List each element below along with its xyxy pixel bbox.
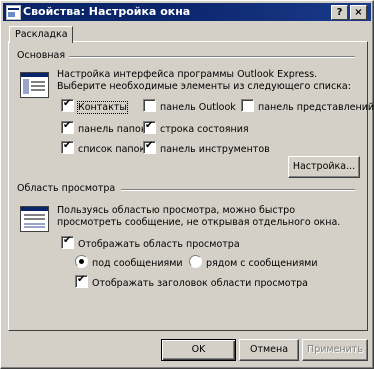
section-title-preview: Область просмотра xyxy=(17,183,116,194)
check-icon: ✔ xyxy=(77,274,86,285)
title-bar[interactable]: Свойства: Настройка окна ? × xyxy=(3,3,371,21)
tab-panel: Основная Настройка интерфейса программы … xyxy=(8,41,374,331)
checkbox-toolbar[interactable]: ✔ панель инструментов xyxy=(143,140,270,155)
customize-button[interactable]: Настройка... xyxy=(288,156,360,178)
checkbox-show-preview[interactable]: ✔ Отображать область просмотра xyxy=(61,235,240,250)
window-icon xyxy=(6,5,21,20)
radio-beside-messages[interactable]: рядом с сообщениями xyxy=(189,255,318,269)
section-title-basic: Основная xyxy=(17,50,66,61)
help-button[interactable]: ? xyxy=(331,5,348,20)
checkbox-contacts[interactable]: ✔ Контакты xyxy=(61,98,128,114)
radio-dot-icon xyxy=(79,259,84,264)
check-icon: ✔ xyxy=(145,140,154,151)
section-divider xyxy=(121,189,355,191)
check-icon: ✔ xyxy=(63,140,72,151)
tab-layout[interactable]: Раскладка xyxy=(9,26,73,43)
check-icon: ✔ xyxy=(145,120,154,131)
check-icon: ✔ xyxy=(63,235,72,246)
preview-pane-icon xyxy=(20,206,49,232)
window-title: Свойства: Настройка окна xyxy=(23,5,191,18)
check-icon: ✔ xyxy=(63,120,72,131)
preview-description: Пользуясь областью просмотра, можно быст… xyxy=(57,205,341,228)
cancel-button[interactable]: Отмена xyxy=(239,339,299,361)
ok-button[interactable]: OK xyxy=(161,339,236,361)
checkbox-views-bar[interactable]: панель представлений xyxy=(241,99,374,113)
checkbox-show-preview-header[interactable]: ✔ Отображать заголовок области просмотра xyxy=(75,274,308,289)
close-button[interactable]: × xyxy=(350,5,367,20)
checkbox-outlook-bar[interactable]: панель Outlook xyxy=(143,99,236,113)
radio-below-messages[interactable]: под сообщениями xyxy=(75,255,183,269)
checkbox-folder-list[interactable]: ✔ список папок xyxy=(61,140,145,155)
layout-icon xyxy=(20,72,49,98)
checkbox-folder-bar[interactable]: ✔ панель папок xyxy=(61,120,147,135)
tab-layout-label: Раскладка xyxy=(15,29,68,40)
checkbox-status-bar[interactable]: ✔ строка состояния xyxy=(143,120,249,135)
apply-button[interactable]: Применить xyxy=(302,339,368,361)
dialog-window: Свойства: Настройка окна ? × Раскладка О… xyxy=(0,0,374,369)
check-icon: ✔ xyxy=(63,98,72,109)
basic-description: Настройка интерфейса программы Outlook E… xyxy=(57,69,351,92)
section-divider xyxy=(69,56,355,58)
